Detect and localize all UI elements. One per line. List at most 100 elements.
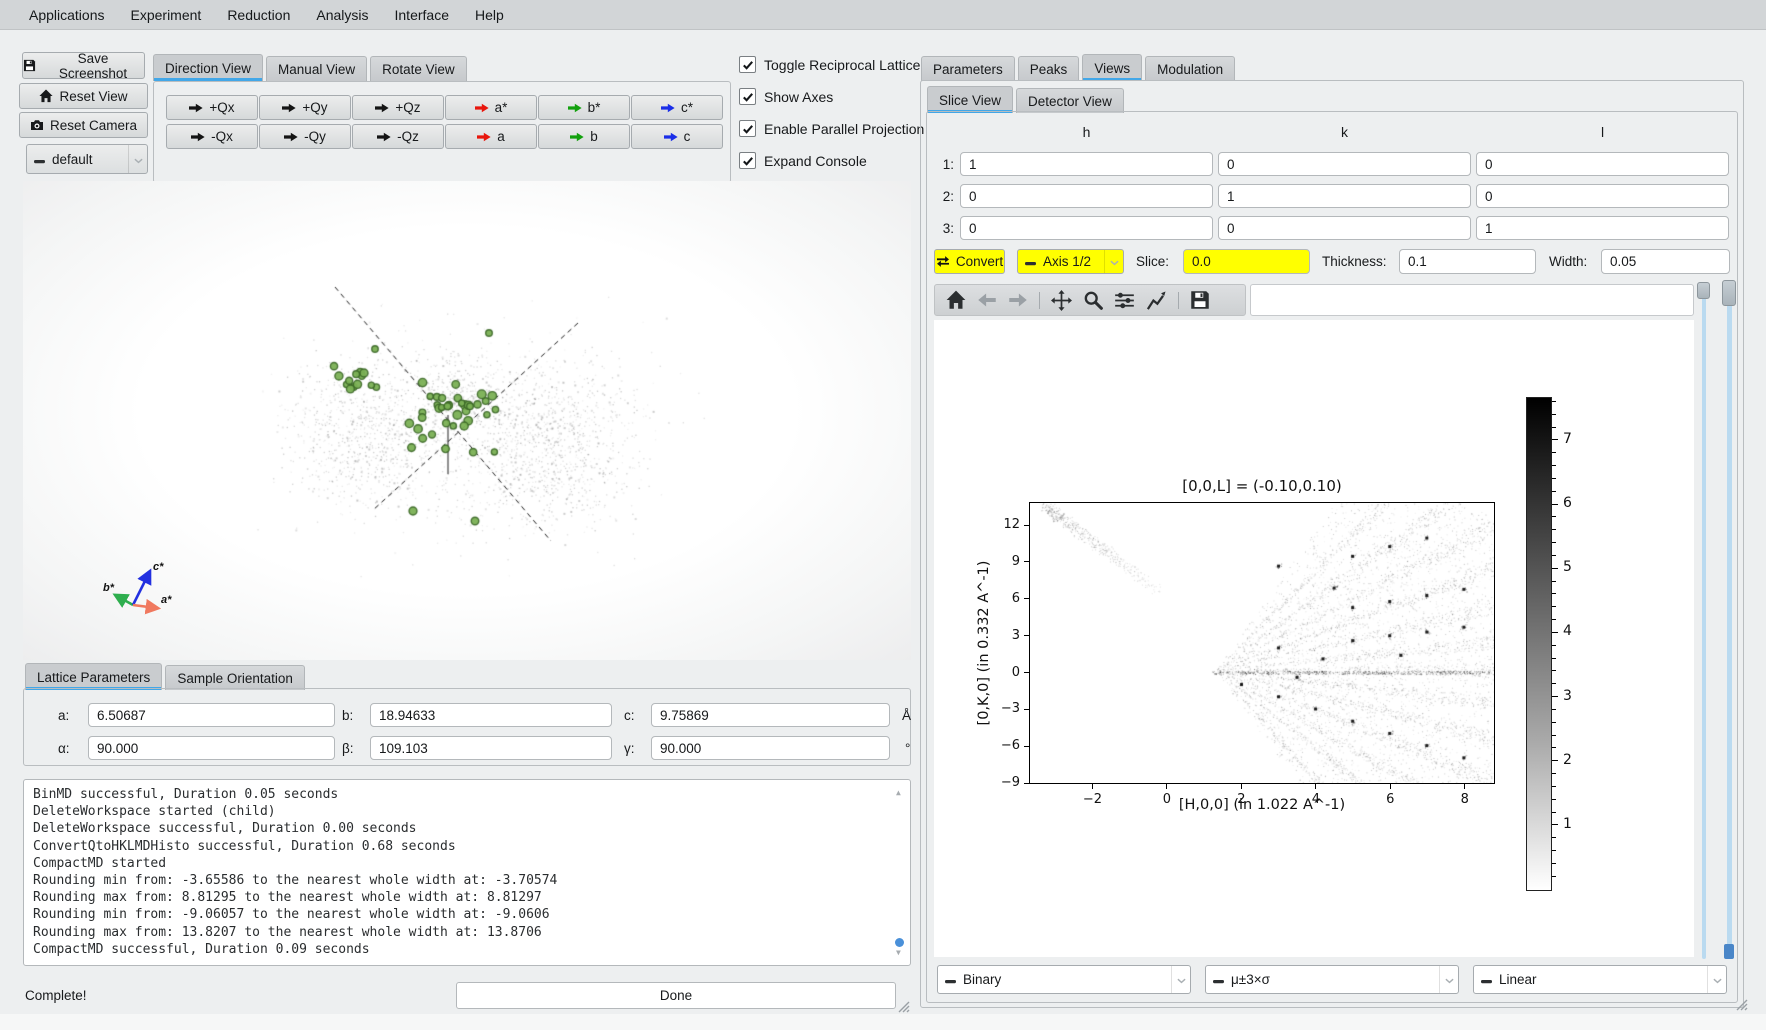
tab-direction-view[interactable]: Direction View [153,54,263,81]
reset-camera-button[interactable]: Reset Camera [19,112,148,138]
checkbox-label: Show Axes [764,89,833,105]
slice-slider-track[interactable] [1702,282,1706,959]
tab-manual-view[interactable]: Manual View [266,56,367,81]
direction-arrow-icon [191,132,205,142]
direction-button-c[interactable]: c [631,124,723,149]
thickness-input[interactable] [1399,249,1536,274]
thickness-slider-track[interactable] [1727,282,1732,959]
matrix-input-1-k[interactable] [1218,152,1471,176]
scroll-up-icon[interactable]: ▲ [896,784,901,801]
axis-combo-value: Axis 1/2 [1043,254,1091,269]
menu-item-reduction[interactable]: Reduction [214,0,303,30]
lattice-input-[interactable] [370,736,612,760]
lattice-input-c[interactable] [651,703,890,727]
matrix-input-2-k[interactable] [1218,184,1471,208]
console-scroll-thumb[interactable] [895,938,904,947]
combo-linear[interactable]: Linear [1473,965,1727,994]
direction-button-label: +Qx [209,100,234,115]
pan-icon[interactable] [1051,290,1072,311]
direction-arrow-icon [477,132,491,142]
resize-grip-right[interactable] [1736,998,1748,1016]
direction-button-qz[interactable]: +Qz [352,95,444,120]
checkbox-show-axes[interactable]: Show Axes [739,88,924,105]
tab-parameters[interactable]: Parameters [921,56,1015,81]
tab-peaks[interactable]: Peaks [1018,56,1080,81]
matrix-input-3-k[interactable] [1218,216,1471,240]
direction-button-qy[interactable]: -Qy [259,124,351,149]
lattice-label-: β: [342,741,354,756]
axis-combo[interactable]: Axis 1/2 [1017,249,1124,274]
checkbox-enable-parallel-projection[interactable]: Enable Parallel Projection [739,120,924,137]
matrix-input-3-l[interactable] [1476,216,1729,240]
checkbox-box[interactable] [739,120,756,137]
back-icon[interactable] [977,290,997,310]
direction-button-qz[interactable]: -Qz [352,124,444,149]
matrix-input-2-l[interactable] [1476,184,1729,208]
matrix-input-1-h[interactable] [960,152,1213,176]
checkbox-box[interactable] [739,152,756,169]
lattice-input-a[interactable] [88,703,335,727]
matrix-input-1-l[interactable] [1476,152,1729,176]
combo-3[interactable]: μ±3×σ [1205,965,1459,994]
zoom-icon[interactable] [1083,290,1103,310]
direction-button-a[interactable]: a [445,124,537,149]
console-log[interactable]: BinMD successful, Duration 0.05 secondsD… [23,779,911,966]
direction-button-b[interactable]: b* [538,95,630,120]
console-line: Rounding max from: 13.8207 to the neares… [33,924,890,941]
subplots-icon[interactable] [1114,291,1135,310]
save-icon[interactable] [1190,290,1210,310]
progress-label: Done [660,988,692,1003]
matrix-input-2-h[interactable] [960,184,1213,208]
customize-icon[interactable] [1146,290,1167,311]
checkbox-box[interactable] [739,56,756,73]
combo-binary[interactable]: Binary [937,965,1191,994]
matrix-input-3-h[interactable] [960,216,1213,240]
reset-view-button[interactable]: Reset View [19,83,148,109]
direction-button-label: b* [588,100,601,115]
save-screenshot-button[interactable]: Save Screenshot [22,52,145,79]
dash-icon [34,152,45,167]
checkbox-box[interactable] [739,88,756,105]
menu-item-help[interactable]: Help [462,0,517,30]
direction-button-qy[interactable]: +Qy [259,95,351,120]
plot-canvas-area[interactable] [934,320,1694,957]
tab-slice-view[interactable]: Slice View [927,86,1013,113]
menu-item-interface[interactable]: Interface [382,0,462,30]
resize-grip[interactable] [898,1000,910,1018]
tab-rotate-view[interactable]: Rotate View [370,56,467,81]
slice-input[interactable] [1183,249,1310,274]
direction-button-a[interactable]: a* [445,95,537,120]
3d-viewport[interactable]: b* c* a* [23,181,911,660]
width-input[interactable] [1601,249,1730,274]
checkbox-expand-console[interactable]: Expand Console [739,152,924,169]
matrix-header-l: l [1476,124,1729,140]
console-line: ConvertQtoHKLMDHisto successful, Duratio… [33,838,890,855]
thickness-slider-handle[interactable] [1722,280,1736,306]
lattice-input-b[interactable] [370,703,612,727]
home-icon[interactable] [946,290,966,310]
direction-button-qx[interactable]: -Qx [166,124,258,149]
tab-sample-orientation[interactable]: Sample Orientation [165,665,305,690]
menu-item-analysis[interactable]: Analysis [303,0,381,30]
menu-item-applications[interactable]: Applications [16,0,118,30]
tab-detector-view[interactable]: Detector View [1016,88,1124,113]
tab-lattice-parameters[interactable]: Lattice Parameters [25,663,162,690]
direction-button-b[interactable]: b [538,124,630,149]
console-scrollbar[interactable]: ▲ ▼ [893,784,906,961]
tab-views[interactable]: Views [1082,54,1142,81]
preset-combo[interactable]: default [26,144,148,174]
direction-button-qx[interactable]: +Qx [166,95,258,120]
lattice-label-b: b: [342,708,353,723]
direction-arrow-icon [664,132,678,142]
forward-icon[interactable] [1008,290,1028,310]
convert-button[interactable]: Convert [934,249,1005,274]
tab-modulation[interactable]: Modulation [1145,56,1235,81]
direction-button-c[interactable]: c* [631,95,723,120]
console-line: Rounding min from: -3.65586 to the neare… [33,872,890,889]
lattice-input-[interactable] [88,736,335,760]
checkbox-toggle-reciprocal-lattice[interactable]: Toggle Reciprocal Lattice [739,56,924,73]
lattice-input-[interactable] [651,736,890,760]
menu-item-experiment[interactable]: Experiment [118,0,215,30]
slice-slider-handle[interactable] [1697,282,1710,299]
thickness-slider-handle-bottom[interactable] [1724,944,1734,959]
